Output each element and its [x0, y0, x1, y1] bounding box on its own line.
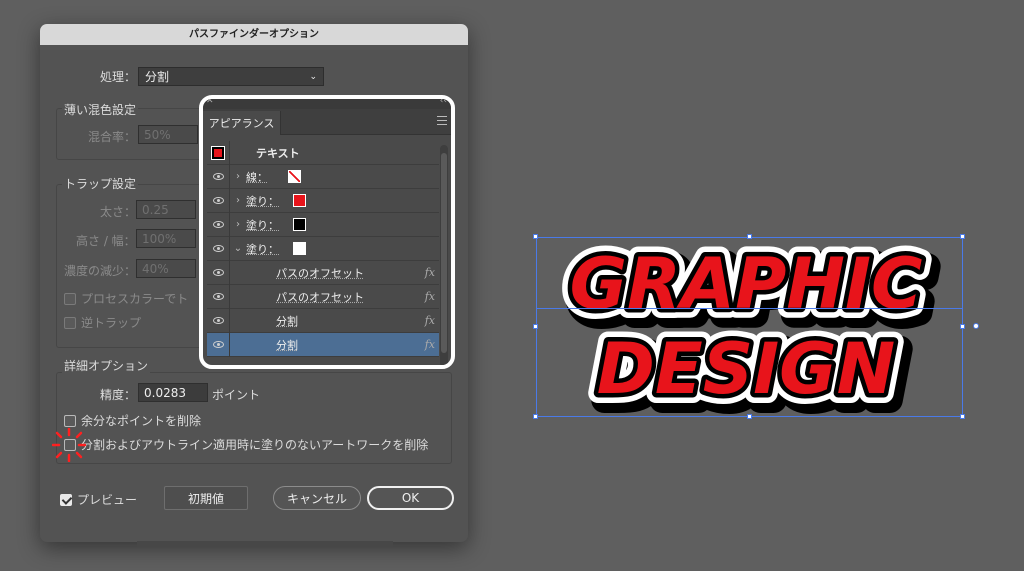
appearance-panel: ✕ ‹‹ アピアランス テキスト › 線： › 塗り： › 塗り： ⌄ 塗り： …	[199, 95, 455, 369]
row-label: テキスト	[256, 146, 300, 160]
blend-rate-label: 混合率：	[88, 130, 137, 144]
chevron-down-icon[interactable]: ⌄	[230, 243, 246, 254]
height-width-label: 高さ / 幅：	[76, 234, 136, 248]
dialog-title: パスファインダーオプション	[40, 24, 468, 45]
text-object-thumbnail-icon	[211, 145, 225, 160]
precision-label: 精度：	[100, 388, 137, 402]
thickness-label: 太さ：	[100, 205, 137, 219]
panel-tabs: アピアランス	[203, 109, 451, 135]
cancel-button[interactable]: キャンセル	[273, 486, 361, 510]
text-baseline	[536, 308, 963, 309]
eye-icon[interactable]	[212, 245, 224, 252]
selection-bounding-box[interactable]	[536, 237, 963, 417]
appearance-row-offset-path-2[interactable]: パスのオフセット fx	[207, 284, 439, 309]
resize-handle[interactable]	[747, 414, 752, 419]
eye-icon[interactable]	[212, 341, 224, 348]
ok-button[interactable]: OK	[367, 486, 454, 510]
height-width-input[interactable]: 100%	[136, 229, 196, 248]
eye-icon[interactable]	[212, 293, 224, 300]
precision-input[interactable]: 0.0283	[138, 383, 208, 402]
density-label: 濃度の減少：	[64, 264, 137, 278]
appearance-row-fill-red[interactable]: › 塗り：	[207, 188, 439, 213]
thickness-input[interactable]: 0.25	[136, 200, 196, 219]
fx-icon[interactable]: fx	[425, 338, 435, 351]
checkbox[interactable]	[64, 414, 76, 427]
background-strip	[137, 541, 393, 547]
resize-handle[interactable]	[533, 414, 538, 419]
close-icon[interactable]: ✕	[206, 99, 214, 106]
fill-swatch-black[interactable]	[293, 218, 306, 231]
chevron-down-icon: ⌄	[309, 71, 317, 82]
reverse-trap-checkbox[interactable]: 逆トラップ	[64, 314, 141, 331]
preview-label: プレビュー	[77, 493, 138, 507]
fill-swatch-white[interactable]	[293, 242, 306, 255]
eye-icon[interactable]	[212, 221, 224, 228]
process-value: 分割	[145, 70, 170, 84]
resize-handle[interactable]	[533, 234, 538, 239]
fx-icon[interactable]: fx	[425, 290, 435, 303]
row-label[interactable]: パスのオフセット	[276, 265, 364, 281]
process-color-checkbox[interactable]: プロセスカラーでト	[64, 290, 188, 307]
reset-button[interactable]: 初期値	[164, 486, 248, 510]
row-label[interactable]: パスのオフセット	[276, 289, 364, 305]
row-label[interactable]: 分割	[276, 337, 298, 353]
appearance-row-fill-black[interactable]: › 塗り：	[207, 212, 439, 237]
process-color-label: プロセスカラーでト	[81, 292, 189, 306]
trap-group-title: トラップ設定	[62, 175, 139, 192]
remove-unpainted-checkbox[interactable]: 分割およびアウトライン適用時に塗りのないアートワークを削除	[64, 436, 428, 453]
stroke-none-swatch[interactable]	[288, 170, 301, 183]
scroll-thumb[interactable]	[441, 153, 447, 353]
remove-redundant-label: 余分なポイントを削除	[81, 414, 202, 428]
appearance-row-fill-white[interactable]: ⌄ 塗り：	[207, 236, 439, 261]
resize-handle[interactable]	[747, 234, 752, 239]
precision-unit: ポイント	[212, 388, 261, 402]
eye-icon[interactable]	[212, 269, 224, 276]
panel-titlebar: ✕ ‹‹	[203, 99, 451, 109]
highlight-burst-icon	[52, 428, 86, 462]
row-label[interactable]: 線：	[246, 169, 268, 185]
appearance-row-text[interactable]: テキスト	[207, 140, 439, 165]
fx-icon[interactable]: fx	[425, 266, 435, 279]
chevron-right-icon[interactable]: ›	[230, 171, 246, 182]
fx-icon[interactable]: fx	[425, 314, 435, 327]
rotate-handle[interactable]	[973, 323, 979, 329]
appearance-row-offset-path-1[interactable]: パスのオフセット fx	[207, 260, 439, 285]
collapse-icon[interactable]: ‹‹	[440, 99, 447, 106]
resize-handle[interactable]	[960, 324, 965, 329]
reverse-trap-label: 逆トラップ	[81, 316, 142, 330]
appearance-row-stroke[interactable]: › 線：	[207, 164, 439, 189]
panel-menu-icon[interactable]	[437, 116, 447, 125]
appearance-list: テキスト › 線： › 塗り： › 塗り： ⌄ 塗り： パスのオフセット fx …	[207, 140, 439, 357]
row-label[interactable]: 塗り：	[246, 241, 279, 257]
preview-checkbox[interactable]: プレビュー	[60, 491, 137, 508]
appearance-row-divide-1[interactable]: 分割 fx	[207, 308, 439, 333]
chevron-right-icon[interactable]: ›	[230, 195, 246, 206]
row-label[interactable]: 分割	[276, 313, 298, 329]
resize-handle[interactable]	[960, 414, 965, 419]
row-label[interactable]: 塗り：	[246, 217, 279, 233]
checkbox[interactable]	[64, 292, 76, 305]
process-row: 処理：	[100, 68, 136, 85]
blend-group-title: 薄い混色設定	[62, 101, 139, 118]
process-label: 処理：	[100, 70, 137, 84]
resize-handle[interactable]	[960, 234, 965, 239]
eye-icon[interactable]	[212, 173, 224, 180]
process-select[interactable]: 分割 ⌄	[138, 67, 324, 86]
eye-icon[interactable]	[212, 317, 224, 324]
checkbox[interactable]	[60, 493, 72, 506]
panel-scrollbar[interactable]	[440, 145, 448, 365]
detail-group-title: 詳細オプション	[62, 357, 151, 374]
eye-icon[interactable]	[212, 197, 224, 204]
remove-redundant-checkbox[interactable]: 余分なポイントを削除	[64, 412, 201, 429]
tab-appearance[interactable]: アピアランス	[203, 111, 281, 135]
row-label[interactable]: 塗り：	[246, 193, 279, 209]
chevron-right-icon[interactable]: ›	[230, 219, 246, 230]
density-input[interactable]: 40%	[136, 259, 196, 278]
blend-rate-input[interactable]: 50%	[138, 125, 198, 144]
resize-handle[interactable]	[533, 324, 538, 329]
checkbox[interactable]	[64, 316, 76, 329]
appearance-row-divide-2[interactable]: 分割 fx	[207, 332, 439, 357]
remove-unpainted-label: 分割およびアウトライン適用時に塗りのないアートワークを削除	[81, 438, 429, 452]
fill-swatch-red[interactable]	[293, 194, 306, 207]
